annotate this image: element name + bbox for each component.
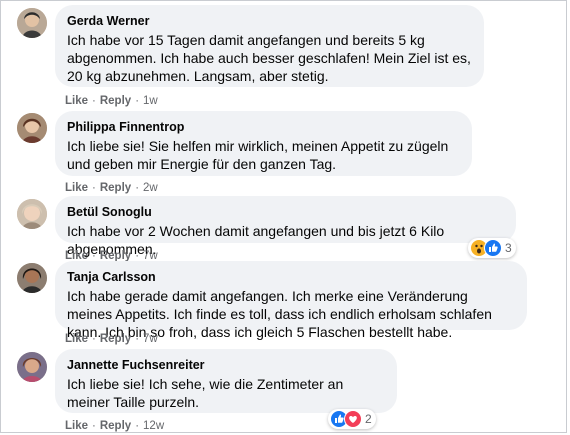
avatar[interactable]: [17, 199, 47, 229]
comment-author[interactable]: Tanja Carlsson: [67, 269, 515, 285]
separator-dot: ·: [92, 420, 96, 432]
reactions-summary[interactable]: 2: [328, 409, 376, 429]
reaction-count: 3: [505, 241, 512, 255]
comment-author[interactable]: Gerda Werner: [67, 13, 472, 29]
avatar[interactable]: [17, 8, 47, 38]
separator-dot: ·: [92, 182, 96, 194]
comment-text: Ich liebe sie! Sie helfen mir wirklich, …: [67, 138, 449, 172]
like-link[interactable]: Like: [65, 182, 88, 194]
comment-timestamp[interactable]: 7w: [143, 333, 158, 345]
comment-bubble: Philippa Finnentrop Ich liebe sie! Sie h…: [55, 111, 472, 176]
reply-link[interactable]: Reply: [100, 182, 131, 194]
comment-author[interactable]: Betül Sonoglu: [67, 204, 504, 220]
comment-author[interactable]: Jannette Fuchsenreiter: [67, 357, 385, 373]
separator-dot: ·: [135, 420, 140, 432]
avatar[interactable]: [17, 113, 47, 143]
separator-dot: ·: [135, 95, 140, 107]
like-link[interactable]: Like: [65, 420, 88, 432]
separator-dot: ·: [135, 182, 140, 194]
separator-dot: ·: [135, 333, 140, 345]
comment-bubble: Tanja Carlsson Ich habe gerade damit ang…: [55, 261, 527, 340]
like-link[interactable]: Like: [65, 95, 88, 107]
comment-actions: Like · Reply · 7w: [65, 332, 158, 346]
comment-actions: Like · Reply · 1w: [65, 94, 158, 108]
comment-timestamp[interactable]: 2w: [143, 182, 158, 194]
separator-dot: ·: [92, 333, 96, 345]
reply-link[interactable]: Reply: [100, 95, 131, 107]
separator-dot: ·: [92, 95, 96, 107]
reply-link[interactable]: Reply: [100, 333, 131, 345]
reactions-summary[interactable]: 3: [468, 238, 516, 258]
comment-bubble: Jannette Fuchsenreiter Ich liebe sie! Ic…: [55, 349, 397, 413]
comment-bubble: Betül Sonoglu Ich habe vor 2 Wochen dami…: [55, 196, 516, 257]
avatar[interactable]: [17, 352, 47, 382]
comment-author[interactable]: Philippa Finnentrop: [67, 119, 460, 135]
like-reaction-icon: [484, 239, 502, 257]
comment-text: Ich habe vor 15 Tagen damit angefangen u…: [67, 32, 471, 84]
love-reaction-icon: [344, 410, 362, 428]
avatar[interactable]: [17, 263, 47, 293]
comment-text: Ich liebe sie! Ich sehe, wie die Zentime…: [67, 376, 344, 410]
comment-bubble: Gerda Werner Ich habe vor 15 Tagen damit…: [55, 5, 484, 87]
like-link[interactable]: Like: [65, 333, 88, 345]
comment-timestamp[interactable]: 12w: [143, 420, 164, 432]
comment-actions: Like · Reply · 2w: [65, 181, 158, 195]
reaction-count: 2: [365, 412, 372, 426]
comment-actions: Like · Reply · 12w: [65, 419, 164, 433]
reply-link[interactable]: Reply: [100, 420, 131, 432]
comment-timestamp[interactable]: 1w: [143, 95, 158, 107]
